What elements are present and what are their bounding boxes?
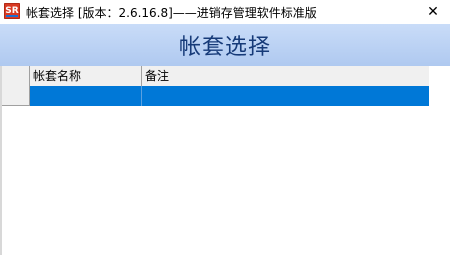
close-button[interactable]: ✕ [416,0,450,24]
cell-account-name[interactable] [30,86,142,106]
table-row[interactable] [2,86,429,106]
banner-title: 帐套选择 [178,35,271,60]
row-selector[interactable] [2,86,30,106]
banner: 帐套选择 [0,24,450,66]
window-title: 帐套选择 [版本：2.6.16.8]——进销存管理软件标准版 [26,6,317,20]
table-header: 帐套名称 备注 [2,66,429,86]
title-bar: SR 帐套选择 [版本：2.6.16.8]——进销存管理软件标准版 ✕ [0,0,450,24]
account-table: 帐套名称 备注 [2,66,429,106]
close-icon: ✕ [427,4,439,20]
column-header-remark[interactable]: 备注 [142,66,429,86]
app-logo-icon: SR [4,3,20,19]
row-header-corner [2,66,30,86]
column-header-account-name[interactable]: 帐套名称 [30,66,142,86]
cell-remark[interactable] [142,86,429,106]
